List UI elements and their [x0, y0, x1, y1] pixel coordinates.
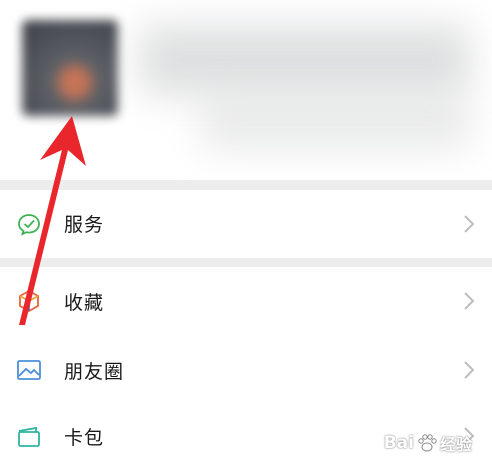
moments-icon [16, 357, 42, 383]
cards-icon [16, 424, 42, 450]
menu-item-moments[interactable]: 朋友圈 [0, 335, 492, 403]
section-divider [0, 180, 492, 190]
favorites-icon [16, 288, 42, 314]
watermark-brand: Bai [383, 433, 414, 453]
profile-id-blurred [200, 95, 470, 150]
menu-item-favorites[interactable]: 收藏 [0, 267, 492, 335]
services-icon [16, 211, 42, 237]
avatar[interactable] [22, 20, 118, 116]
watermark: Bai 经验 [384, 431, 472, 455]
chevron-right-icon [462, 291, 476, 311]
watermark-suffix: 经验 [439, 435, 472, 454]
menu-item-label: 收藏 [64, 292, 105, 314]
menu-item-services[interactable]: 服务 [0, 190, 492, 258]
menu-item-label: 卡包 [64, 427, 105, 449]
menu-item-label: 朋友圈 [64, 361, 125, 383]
profile-header[interactable] [0, 0, 492, 180]
profile-name-blurred [140, 25, 470, 95]
menu-item-label: 服务 [64, 214, 105, 236]
section-divider [0, 258, 492, 267]
chevron-right-icon [462, 360, 476, 380]
paw-icon [418, 434, 437, 452]
chevron-right-icon [462, 214, 476, 234]
